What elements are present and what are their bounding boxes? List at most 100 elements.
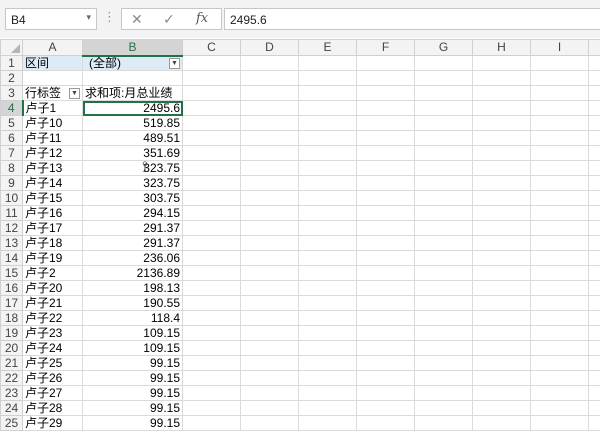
empty-cell[interactable] [182, 115, 241, 131]
empty-cell[interactable] [530, 370, 589, 386]
empty-cell[interactable] [356, 160, 415, 176]
empty-cell[interactable] [356, 415, 415, 431]
empty-cell[interactable] [240, 295, 299, 311]
empty-cell[interactable] [240, 310, 299, 326]
empty-cell[interactable] [182, 160, 241, 176]
empty-cell[interactable] [588, 370, 600, 386]
empty-cell[interactable] [414, 415, 473, 431]
empty-cell[interactable] [530, 160, 589, 176]
pivot-value-cell[interactable]: 294.15 [82, 205, 183, 221]
pivot-value-cell[interactable]: 109.15 [82, 325, 183, 341]
pivot-filter-value[interactable]: (全部) ▼ [82, 55, 183, 71]
column-header-c[interactable]: C [182, 39, 241, 56]
pivot-row-label[interactable]: 卢子18 [22, 235, 83, 251]
empty-cell[interactable] [298, 340, 357, 356]
empty-cell[interactable] [240, 280, 299, 296]
empty-cell[interactable] [588, 175, 600, 191]
empty-cell[interactable] [472, 100, 531, 116]
pivot-row-label[interactable]: 卢子10 [22, 115, 83, 131]
empty-cell[interactable] [182, 340, 241, 356]
empty-cell[interactable] [530, 415, 589, 431]
empty-cell[interactable] [588, 100, 600, 116]
empty-cell[interactable] [298, 160, 357, 176]
pivot-row-label[interactable]: 卢子2 [22, 265, 83, 281]
pivot-value-cell[interactable]: 118.4 [82, 310, 183, 326]
empty-cell[interactable] [414, 190, 473, 206]
empty-cell[interactable] [588, 145, 600, 161]
pivot-value-cell[interactable]: 351.69 [82, 145, 183, 161]
empty-cell[interactable] [298, 130, 357, 146]
pivot-row-label[interactable]: 卢子21 [22, 295, 83, 311]
empty-cell[interactable] [182, 205, 241, 221]
empty-cell[interactable] [414, 370, 473, 386]
empty-cell[interactable] [182, 220, 241, 236]
empty-cell[interactable] [588, 280, 600, 296]
empty-cell[interactable] [356, 70, 415, 86]
pivot-row-label[interactable]: 卢子17 [22, 220, 83, 236]
select-all-corner[interactable] [0, 39, 23, 56]
empty-cell[interactable] [356, 250, 415, 266]
row-header[interactable]: 25 [0, 415, 23, 431]
empty-cell[interactable] [414, 160, 473, 176]
column-header-a[interactable]: A [22, 39, 83, 56]
row-header[interactable]: 13 [0, 235, 23, 251]
pivot-value-cell[interactable]: 291.37 [82, 220, 183, 236]
pivot-sum-header[interactable]: 求和项:月总业绩 [82, 85, 183, 101]
row-header[interactable]: 21 [0, 355, 23, 371]
empty-cell[interactable] [182, 355, 241, 371]
empty-cell[interactable] [414, 325, 473, 341]
empty-cell[interactable] [182, 190, 241, 206]
pivot-row-label[interactable]: 卢子14 [22, 175, 83, 191]
empty-cell[interactable] [240, 250, 299, 266]
empty-cell[interactable] [240, 100, 299, 116]
row-header[interactable]: 7 [0, 145, 23, 161]
empty-cell[interactable] [588, 235, 600, 251]
empty-cell[interactable] [588, 70, 600, 86]
empty-cell[interactable] [414, 115, 473, 131]
empty-cell[interactable] [182, 130, 241, 146]
empty-cell[interactable] [356, 265, 415, 281]
empty-cell[interactable] [356, 190, 415, 206]
empty-cell[interactable] [588, 400, 600, 416]
empty-cell[interactable] [356, 235, 415, 251]
empty-cell[interactable] [472, 325, 531, 341]
empty-cell[interactable] [414, 250, 473, 266]
empty-cell[interactable] [530, 70, 589, 86]
empty-cell[interactable] [182, 400, 241, 416]
empty-cell[interactable] [414, 235, 473, 251]
more-options-icon[interactable]: ⋮ [103, 9, 116, 25]
empty-cell[interactable] [588, 295, 600, 311]
column-header-d[interactable]: D [240, 39, 299, 56]
empty-cell[interactable] [356, 295, 415, 311]
empty-cell[interactable] [298, 415, 357, 431]
empty-cell[interactable] [472, 295, 531, 311]
empty-cell[interactable] [472, 130, 531, 146]
pivot-value-cell[interactable]: 323.75 [82, 160, 183, 176]
empty-cell[interactable] [472, 115, 531, 131]
column-header-b[interactable]: B [82, 39, 183, 57]
empty-cell[interactable] [298, 55, 357, 71]
column-header-g[interactable]: G [414, 39, 473, 56]
empty-cell[interactable] [530, 130, 589, 146]
empty-cell[interactable] [356, 340, 415, 356]
empty-cell[interactable] [530, 325, 589, 341]
empty-cell[interactable] [472, 400, 531, 416]
empty-cell[interactable] [530, 250, 589, 266]
empty-cell[interactable] [240, 85, 299, 101]
empty-cell[interactable] [356, 385, 415, 401]
empty-cell[interactable] [298, 325, 357, 341]
pivot-row-label[interactable]: 卢子26 [22, 370, 83, 386]
pivot-value-cell[interactable]: 2136.89 [82, 265, 183, 281]
row-header[interactable]: 11 [0, 205, 23, 221]
empty-cell[interactable] [356, 85, 415, 101]
empty-cell[interactable] [182, 85, 241, 101]
empty-cell[interactable] [588, 130, 600, 146]
empty-cell[interactable] [414, 310, 473, 326]
empty-cell[interactable] [298, 280, 357, 296]
filter-dropdown-icon[interactable]: ▼ [169, 57, 180, 69]
empty-cell[interactable] [588, 340, 600, 356]
empty-cell[interactable] [240, 145, 299, 161]
empty-cell[interactable] [414, 205, 473, 221]
empty-cell[interactable] [298, 250, 357, 266]
empty-cell[interactable] [530, 145, 589, 161]
